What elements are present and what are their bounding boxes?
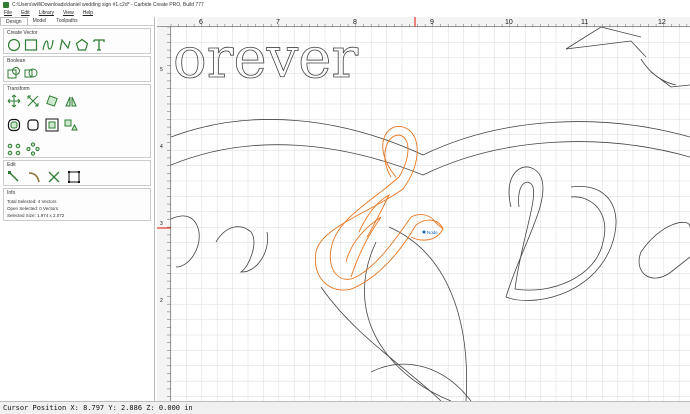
align-icon[interactable] — [45, 118, 59, 132]
menu-help[interactable]: Help — [83, 10, 93, 16]
menu-file[interactable]: File — [4, 10, 12, 16]
polyline-tool-icon[interactable] — [58, 38, 72, 52]
array-icon[interactable] — [26, 142, 40, 156]
node-marker[interactable] — [422, 230, 426, 234]
h-label-10: 10 — [505, 19, 513, 26]
horizontal-ruler: 6 7 8 9 10 11 12 — [157, 17, 690, 27]
boolean-title: Boolean — [7, 58, 26, 64]
polygon-tool-icon[interactable] — [75, 38, 89, 52]
weld-icon[interactable] — [7, 142, 21, 156]
info-section: Info Total Selected: 4 Vectors Open Sele… — [3, 188, 151, 221]
left-script-2-vector[interactable] — [215, 226, 269, 273]
h-label-9: 9 — [430, 19, 434, 26]
h-label-8: 8 — [353, 19, 357, 26]
left-panel: Design Model Toolpaths Create Vector Boo… — [0, 17, 155, 401]
v-label-4: 4 — [160, 144, 163, 150]
transform-title: Transform — [7, 86, 30, 92]
tab-model[interactable]: Model — [28, 17, 52, 25]
h-label-12: 12 — [658, 19, 666, 26]
menu-library[interactable]: Library — [39, 10, 54, 16]
panel-tabs: Design Model Toolpaths — [0, 17, 154, 26]
transform-section: Transform — [3, 84, 151, 158]
bottom-arc-vector[interactable] — [370, 363, 472, 401]
edit-title: Edit — [7, 162, 16, 168]
script-d-vector[interactable] — [505, 166, 617, 301]
curve-tool-icon[interactable] — [41, 38, 55, 52]
rectangle-tool-icon[interactable] — [24, 38, 38, 52]
menu-bar: File Edit Library View Help — [0, 9, 690, 17]
info-title: Info — [7, 190, 16, 196]
node-edit-icon[interactable] — [7, 170, 21, 184]
v-label-2: 2 — [160, 298, 163, 304]
cursor-position: Cursor Position X: 8.797 Y: 2.886 Z: 0.0… — [3, 404, 193, 412]
v-label-3: 3 — [160, 221, 163, 227]
window-title: C:\Users\will\Downloads\daniel wedding s… — [12, 1, 204, 8]
bezier-icon[interactable] — [27, 170, 41, 184]
tab-design[interactable]: Design — [0, 17, 28, 25]
left-script-vector[interactable] — [171, 215, 200, 268]
text-tool-icon[interactable] — [92, 38, 106, 52]
h-label-11: 11 — [581, 19, 588, 26]
h-label-6: 6 — [199, 19, 203, 26]
node-label: Node — [427, 230, 438, 235]
tab-toolpaths[interactable]: Toolpaths — [51, 17, 82, 25]
boundary-icon[interactable] — [67, 170, 81, 184]
right-swoop-vector[interactable] — [388, 226, 467, 401]
menu-edit[interactable]: Edit — [21, 10, 30, 16]
mirror-icon[interactable] — [64, 94, 78, 108]
ampersand-selected-vector[interactable] — [314, 125, 444, 291]
design-workarea[interactable]: 6 7 8 9 10 11 12 5 4 3 2 orever Node — [157, 17, 690, 401]
scale-icon[interactable] — [26, 94, 40, 108]
script-a-vector[interactable] — [638, 221, 690, 279]
combine-icon[interactable] — [7, 66, 21, 80]
create-vector-section: Create Vector — [3, 28, 151, 54]
lower-curve-vector[interactable] — [364, 241, 452, 401]
boolean-section: Boolean — [3, 56, 151, 82]
subtract-icon[interactable] — [24, 66, 38, 80]
edit-section: Edit — [3, 160, 151, 186]
move-icon[interactable] — [7, 94, 21, 108]
title-bar: C:\Users\will\Downloads\daniel wedding s… — [0, 0, 690, 9]
vertical-ruler: 5 4 3 2 — [157, 27, 171, 401]
v-label-5: 5 — [160, 67, 163, 73]
trim-icon[interactable] — [47, 170, 61, 184]
rotate-icon[interactable] — [45, 94, 59, 108]
menu-view[interactable]: View — [63, 10, 74, 16]
open-selected: Open Selected: 0 Vectors — [7, 206, 59, 211]
fillet-icon[interactable] — [26, 118, 40, 132]
circle-tool-icon[interactable] — [7, 38, 21, 52]
create-vector-title: Create Vector — [7, 30, 38, 36]
design-canvas[interactable]: orever Node — [171, 27, 690, 401]
group-icon[interactable] — [64, 118, 78, 132]
selected-size: Selected Size: 1.974 x 2.072 — [7, 213, 65, 218]
script-d-inner-vector[interactable] — [514, 181, 606, 291]
top-arc-inner-vector[interactable] — [171, 141, 690, 176]
forever-text-vector[interactable]: orever — [173, 27, 359, 91]
top-right-shape-vector[interactable] — [565, 27, 647, 58]
top-arc-vector[interactable] — [171, 119, 690, 156]
app-icon — [3, 1, 9, 8]
offset-icon[interactable] — [7, 118, 21, 132]
h-label-7: 7 — [276, 19, 280, 26]
status-bar: Cursor Position X: 8.797 Y: 2.886 Z: 0.0… — [0, 401, 690, 414]
total-selected: Total Selected: 4 Vectors — [7, 199, 57, 204]
